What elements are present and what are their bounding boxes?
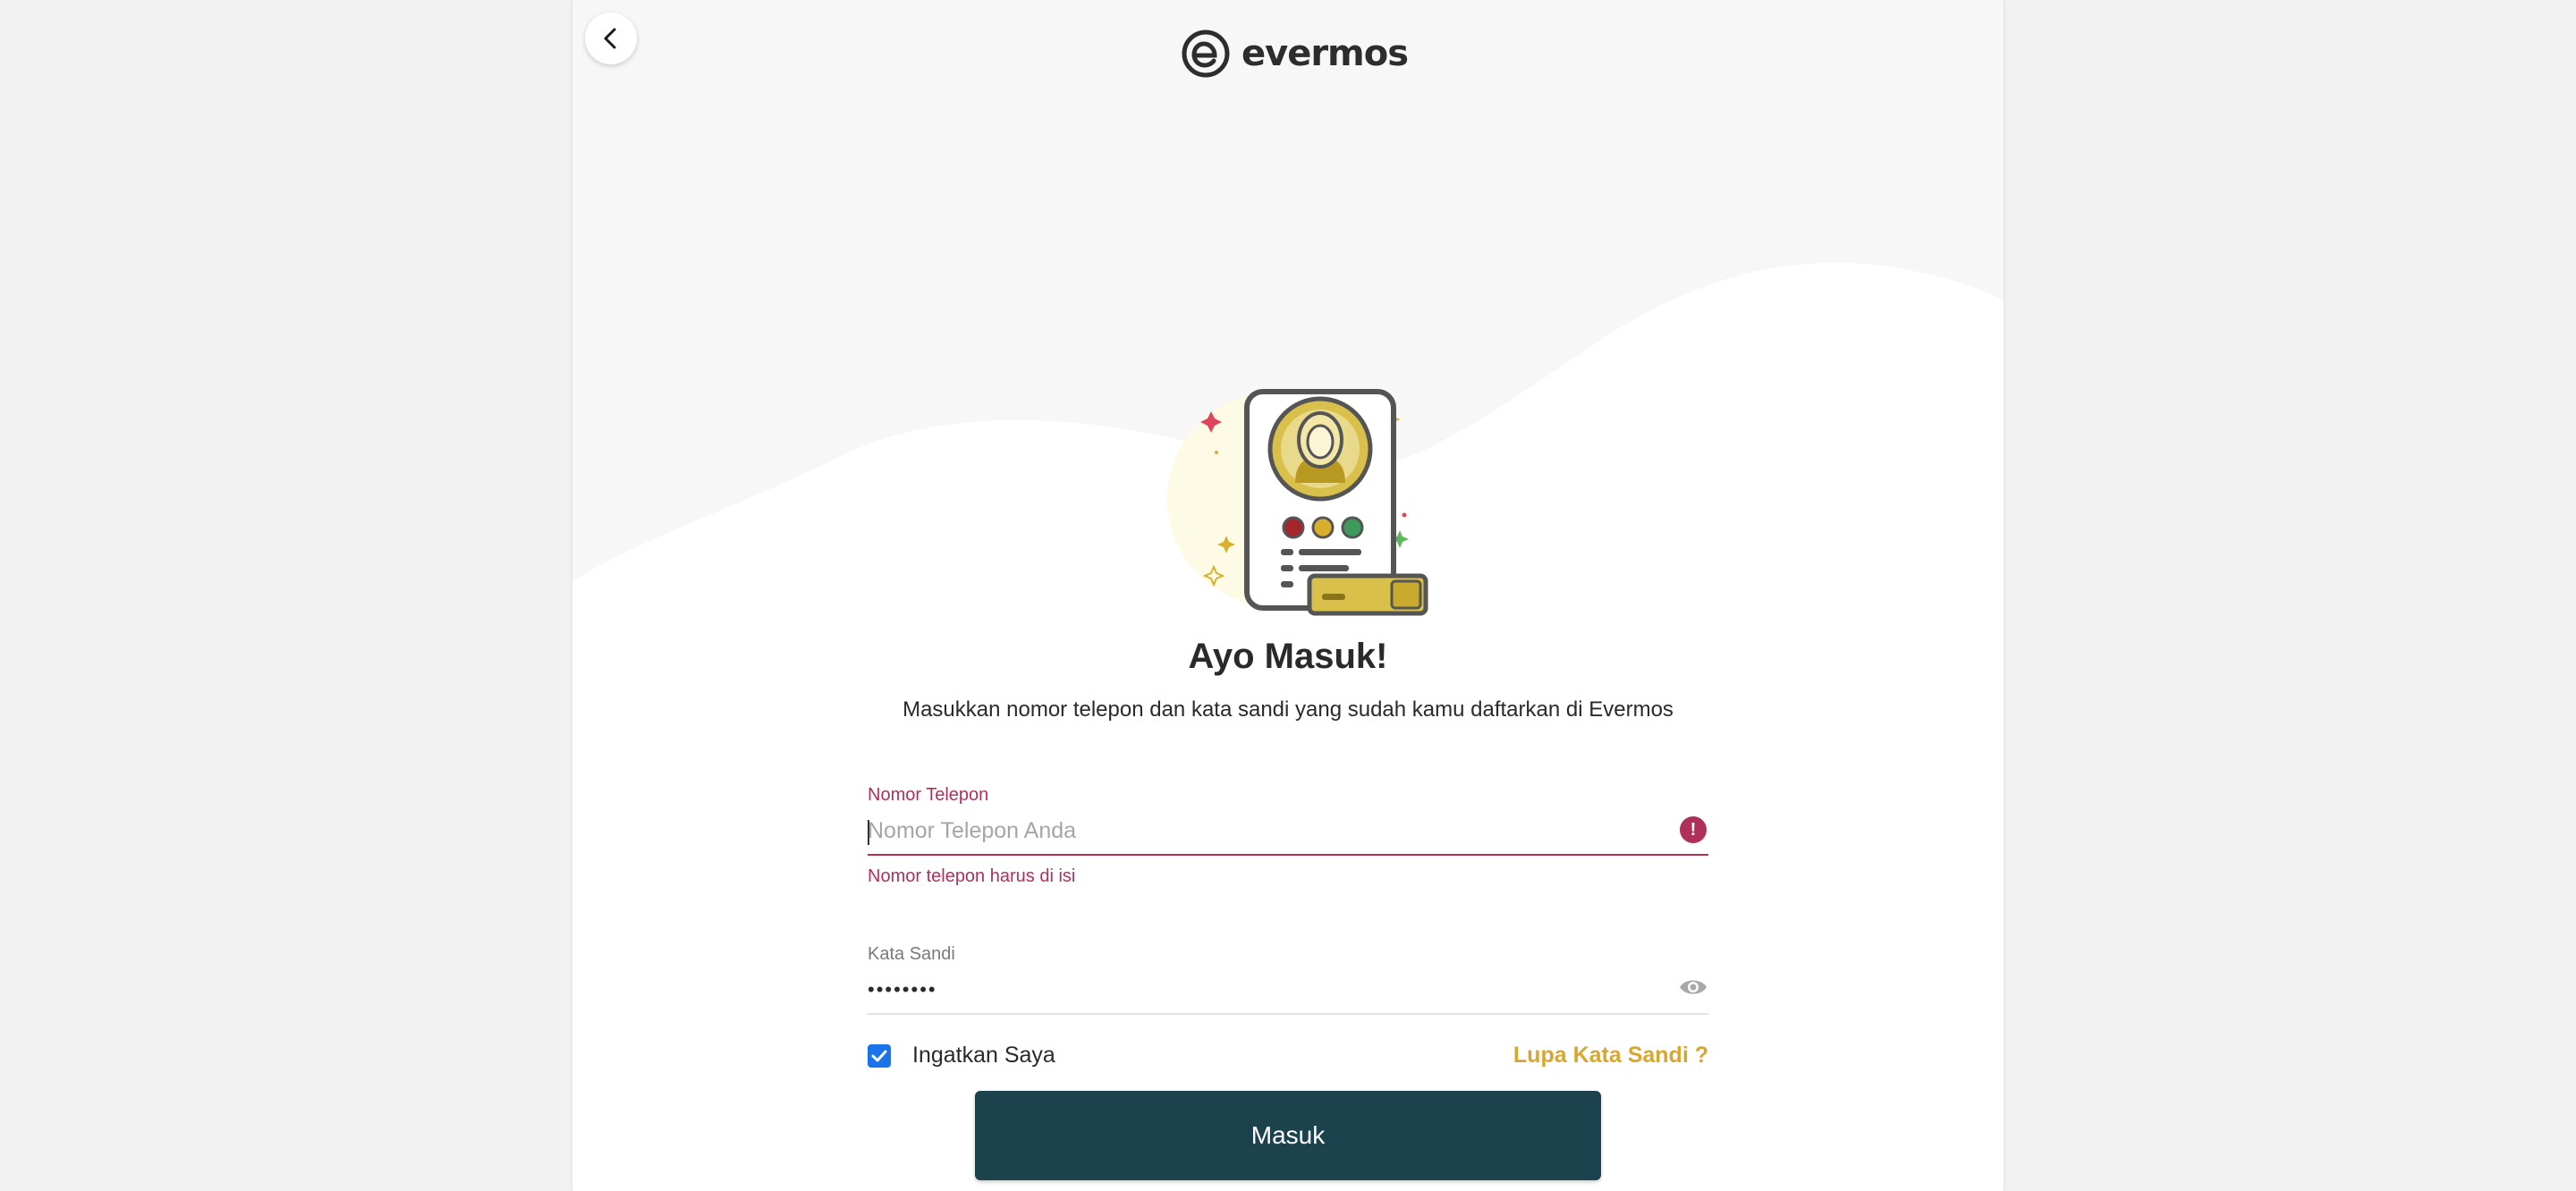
- phone-label: Nomor Telepon: [868, 785, 989, 805]
- login-button[interactable]: Masuk: [975, 1091, 1601, 1180]
- phone-input[interactable]: [868, 813, 1655, 849]
- login-page: evermos Ayo Masuk! Masukkan nomor telepo…: [572, 0, 2004, 1191]
- page-title: Ayo Masuk!: [1188, 637, 1388, 676]
- remember-me-checkbox[interactable]: Ingatkan Saya: [868, 1043, 1055, 1069]
- arrow-left-icon: [604, 28, 616, 49]
- page-subtitle: Masukkan nomor telepon dan kata sandi ya…: [902, 697, 1674, 722]
- login-button-label: Masuk: [1250, 1121, 1326, 1149]
- login-illustration: [1167, 389, 1428, 616]
- check-icon: [871, 1050, 887, 1061]
- forgot-password-link[interactable]: Lupa Kata Sandi ?: [1513, 1043, 1708, 1069]
- alert-circle-icon: !: [1680, 816, 1707, 843]
- password-field: Kata Sandi: [868, 944, 1708, 1015]
- password-input-wrapper: [868, 972, 1708, 1015]
- phone-error-message: Nomor telepon harus di isi: [868, 866, 1076, 886]
- phone-field: Nomor Telepon ! Nomor telepon harus di i…: [868, 785, 1708, 887]
- evermos-logo-mark: [1182, 30, 1230, 78]
- password-input[interactable]: [868, 972, 1655, 1008]
- checkbox-box[interactable]: [868, 1043, 891, 1068]
- phone-input-wrapper: !: [868, 813, 1708, 856]
- eye-icon[interactable]: [1678, 976, 1708, 999]
- evermos-logo-text: evermos: [1241, 33, 1409, 74]
- password-label: Kata Sandi: [868, 944, 955, 964]
- back-button[interactable]: [585, 13, 637, 64]
- evermos-logo: evermos: [1181, 27, 1409, 80]
- text-caret: [868, 820, 869, 845]
- remember-me-label: Ingatkan Saya: [912, 1043, 1055, 1068]
